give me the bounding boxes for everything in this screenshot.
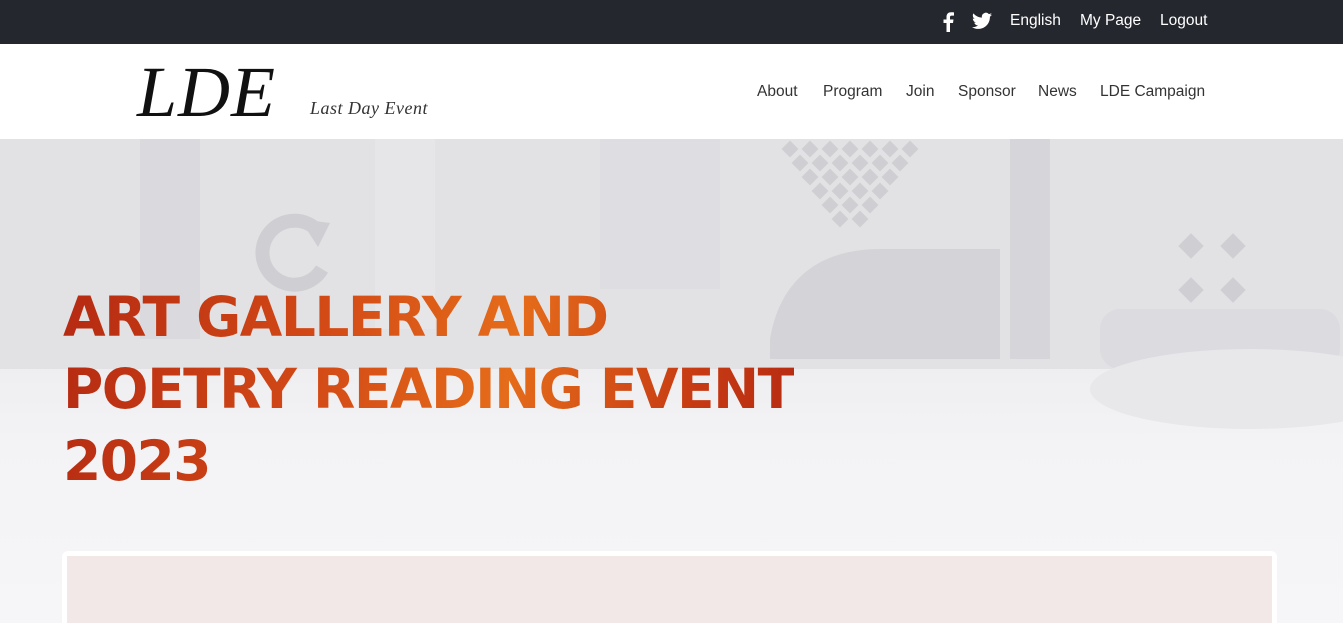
facebook-icon[interactable] — [942, 12, 954, 32]
nav-about[interactable]: About — [757, 83, 798, 101]
logout-link[interactable]: Logout — [1160, 12, 1207, 30]
nav-join[interactable]: Join — [906, 83, 934, 101]
hero-title-line: ART GALLERY AND — [63, 285, 608, 349]
content-card — [62, 551, 1277, 623]
language-link[interactable]: English — [1010, 12, 1061, 30]
hero-banner: ART GALLERY AND POETRY READING EVENT 202… — [0, 139, 1343, 623]
nav-lde-campaign[interactable]: LDE Campaign — [1100, 83, 1205, 101]
hero-title: ART GALLERY AND POETRY READING EVENT 202… — [63, 281, 794, 497]
top-bar: English My Page Logout — [0, 0, 1343, 44]
hero-title-line: POETRY READING EVENT — [63, 357, 794, 421]
nav-program[interactable]: Program — [823, 83, 882, 101]
nav-sponsor[interactable]: Sponsor — [958, 83, 1016, 101]
content-card-inner — [67, 556, 1272, 623]
hero-title-line: 2023 — [63, 429, 211, 493]
my-page-link[interactable]: My Page — [1080, 12, 1141, 30]
site-header: LDE Last Day Event About Program Join Sp… — [0, 44, 1343, 139]
twitter-icon[interactable] — [972, 12, 992, 30]
logo[interactable]: LDE — [137, 50, 276, 134]
logo-subtitle: Last Day Event — [310, 98, 428, 118]
nav-news[interactable]: News — [1038, 83, 1077, 101]
